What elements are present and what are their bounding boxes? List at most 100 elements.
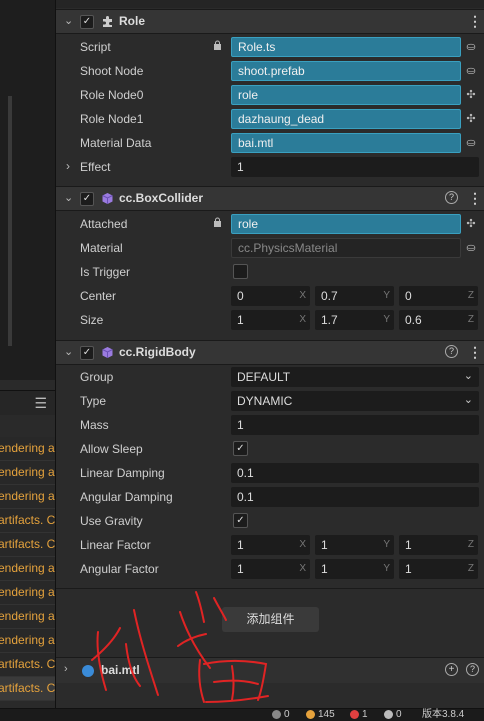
- script-asset-field[interactable]: Role.ts: [231, 37, 461, 57]
- prop-label: Role Node0: [80, 88, 144, 102]
- chevron-down-icon[interactable]: ⌄: [64, 345, 73, 358]
- prop-role-node1: Role Node1 dazhaung_dead ✣: [56, 108, 484, 130]
- prop-label: Type: [80, 394, 107, 408]
- angular-damping-input[interactable]: 0.1: [231, 487, 479, 507]
- user-icon: [384, 709, 393, 719]
- group-select[interactable]: DEFAULT ⌄: [231, 367, 479, 387]
- material-data-field[interactable]: bai.mtl: [231, 133, 461, 153]
- component-title: cc.RigidBody: [119, 345, 196, 359]
- prop-attached: Attached role ✣: [56, 213, 484, 235]
- more-icon[interactable]: ⋮: [468, 190, 482, 207]
- rigidbody-header[interactable]: ⌄ ✓ cc.RigidBody ? ⋮: [56, 340, 484, 365]
- status-errors[interactable]: 1: [350, 709, 368, 721]
- enable-checkbox[interactable]: ✓: [80, 192, 94, 206]
- prop-type: Type DYNAMIC ⌄: [56, 390, 484, 412]
- boxcollider-header[interactable]: ⌄ ✓ cc.BoxCollider ? ⋮: [56, 186, 484, 211]
- help-icon[interactable]: ?: [445, 191, 458, 204]
- prop-material-data: Material Data bai.mtl ⛀: [56, 132, 484, 154]
- asset-folder-icon[interactable]: ⛀: [463, 135, 479, 151]
- log-line[interactable]: endering a: [0, 581, 55, 605]
- use-gravity-checkbox[interactable]: ✓: [233, 513, 248, 528]
- scrollbar[interactable]: [8, 96, 12, 346]
- console-header: ☰: [0, 390, 55, 415]
- hamburger-icon[interactable]: ☰: [34, 395, 47, 412]
- log-line[interactable]: endering a: [0, 557, 55, 581]
- cube-icon: [102, 193, 113, 204]
- asset-folder-icon[interactable]: ⛀: [463, 240, 479, 256]
- linear-factor-y-input[interactable]: 1Y: [315, 535, 394, 555]
- linear-factor-z-input[interactable]: 1Z: [399, 535, 478, 555]
- asset-folder-icon[interactable]: ⛀: [463, 63, 479, 79]
- chevron-down-icon[interactable]: ⌄: [64, 14, 73, 27]
- chevron-down-icon[interactable]: ⌄: [64, 191, 73, 204]
- add-component-button[interactable]: 添加组件: [222, 607, 319, 632]
- physics-material-field[interactable]: cc.PhysicsMaterial: [231, 238, 461, 258]
- prop-size: Size 1X 1.7 Y 0.6 Z: [56, 309, 484, 331]
- prop-is-trigger: Is Trigger: [56, 261, 484, 283]
- is-trigger-checkbox[interactable]: [233, 264, 248, 279]
- log-line[interactable]: artifacts. C: [0, 533, 55, 557]
- prop-label: Allow Sleep: [80, 442, 143, 456]
- linear-factor-x-input[interactable]: 1X: [231, 535, 310, 555]
- effect-field[interactable]: 1: [231, 157, 479, 177]
- size-z-input[interactable]: 0.6 Z: [399, 310, 478, 330]
- shoot-node-field[interactable]: shoot.prefab: [231, 61, 461, 81]
- size-y-input[interactable]: 1.7 Y: [315, 310, 394, 330]
- locate-icon[interactable]: +: [445, 663, 458, 676]
- role-component-header[interactable]: ⌄ ✓ Role ⋮: [56, 9, 484, 34]
- status-warnings[interactable]: 145: [306, 709, 335, 721]
- material-section-header[interactable]: › bai.mtl + ?: [56, 657, 484, 683]
- log-line[interactable]: endering a: [0, 437, 55, 461]
- prop-label: Linear Factor: [80, 538, 151, 552]
- angular-factor-z-input[interactable]: 1Z: [399, 559, 478, 579]
- type-select[interactable]: DYNAMIC ⌄: [231, 391, 479, 411]
- log-line[interactable]: artifacts. C: [0, 653, 55, 677]
- allow-sleep-checkbox[interactable]: ✓: [233, 441, 248, 456]
- prop-linear-damping: Linear Damping 0.1: [56, 462, 484, 484]
- center-x-input[interactable]: 0X: [231, 286, 310, 306]
- role-node0-field[interactable]: role: [231, 85, 461, 105]
- angular-factor-x-input[interactable]: 1X: [231, 559, 310, 579]
- log-line[interactable]: endering a: [0, 461, 55, 485]
- prop-label: Attached: [80, 217, 128, 231]
- log-line[interactable]: artifacts. C: [0, 677, 55, 701]
- status-info[interactable]: 0: [272, 709, 290, 721]
- more-icon[interactable]: ⋮: [468, 13, 482, 30]
- size-x-input[interactable]: 1X: [231, 310, 310, 330]
- center-z-input[interactable]: 0Z: [399, 286, 478, 306]
- prop-label: Mass: [80, 418, 109, 432]
- linear-damping-input[interactable]: 0.1: [231, 463, 479, 483]
- status-bar: 0 145 1 0 版本3.8.4: [0, 708, 484, 721]
- prop-label: Use Gravity: [80, 514, 143, 528]
- prop-label: Group: [80, 370, 114, 384]
- angular-factor-y-input[interactable]: 1Y: [315, 559, 394, 579]
- node-puzzle-icon[interactable]: ✣: [463, 111, 479, 127]
- asset-folder-icon[interactable]: ⛀: [463, 39, 479, 55]
- center-y-input[interactable]: 0.7 Y: [315, 286, 394, 306]
- prop-group: Group DEFAULT ⌄: [56, 366, 484, 388]
- enable-checkbox[interactable]: ✓: [80, 346, 94, 360]
- help-icon[interactable]: ?: [445, 345, 458, 358]
- prop-mass: Mass 1: [56, 414, 484, 436]
- log-line[interactable]: endering a: [0, 605, 55, 629]
- mass-input[interactable]: 1: [231, 415, 479, 435]
- attached-field[interactable]: role: [231, 214, 461, 234]
- help-icon[interactable]: ?: [466, 663, 479, 676]
- enable-checkbox[interactable]: ✓: [80, 15, 94, 29]
- prop-role-node0: Role Node0 role ✣: [56, 84, 484, 106]
- status-other[interactable]: 0: [384, 709, 402, 721]
- error-icon: [350, 709, 359, 719]
- log-line[interactable]: artifacts. C: [0, 509, 55, 533]
- prop-label: Role Node1: [80, 112, 144, 126]
- chevron-right-icon[interactable]: ›: [64, 663, 68, 675]
- log-line[interactable]: endering a: [0, 485, 55, 509]
- more-icon[interactable]: ⋮: [468, 344, 482, 361]
- prop-label: Material Data: [80, 136, 152, 150]
- node-puzzle-icon[interactable]: ✣: [463, 216, 479, 232]
- role-node1-field[interactable]: dazhaung_dead: [231, 109, 461, 129]
- prop-allow-sleep: Allow Sleep ✓: [56, 438, 484, 460]
- node-puzzle-icon[interactable]: ✣: [463, 87, 479, 103]
- log-line[interactable]: endering a: [0, 629, 55, 653]
- prop-label: Angular Damping: [80, 490, 173, 504]
- chevron-right-icon[interactable]: ›: [66, 159, 70, 173]
